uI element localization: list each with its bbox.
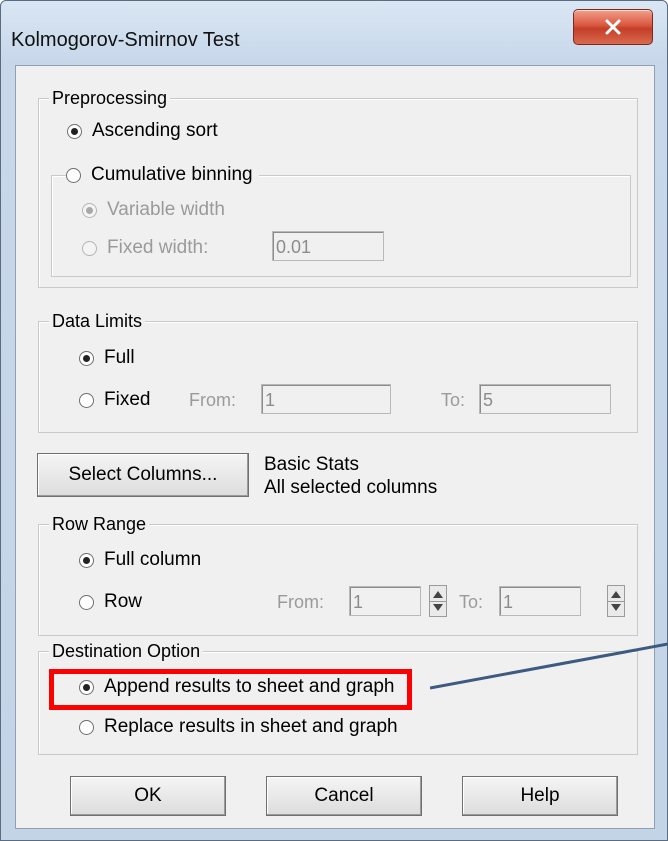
spin-divider [608,601,624,602]
data-limits-fixed-radio[interactable]: Fixed [79,389,150,411]
destination-option-label: Destination Option [49,640,204,662]
preprocessing-group: Preprocessing Ascending sort Cumulative … [38,87,638,288]
cancel-button[interactable]: Cancel [266,776,422,816]
spin-divider [430,601,446,602]
ok-button[interactable]: OK [70,776,226,816]
replace-results-label: Replace results in sheet and graph [104,716,398,737]
title-bar: Kolmogorov-Smirnov Test [1,1,667,65]
data-limits-to-input[interactable]: 5 [479,384,611,414]
help-button[interactable]: Help [462,776,618,816]
select-columns-button[interactable]: Select Columns... [37,453,249,497]
selected-stats-label: Basic Stats [264,454,360,475]
data-limits-from-label: From: [189,390,236,410]
close-button[interactable] [573,9,653,45]
row-range-from-label: From: [277,592,324,612]
fixed-width-input[interactable]: 0.01 [272,231,384,261]
row-range-to-label: To: [459,592,484,612]
row-range-full-column-label: Full column [104,549,202,570]
row-range-full-column-radio[interactable]: Full column [79,549,201,571]
dialog-window: Kolmogorov-Smirnov Test Preprocessing As… [0,0,668,841]
cumulative-binning-label: Cumulative binning [91,164,253,185]
preprocessing-label: Preprocessing [49,87,171,109]
spin-up-icon [611,591,621,598]
cumulative-binning-group: Cumulative binning Variable width Fixed … [51,164,631,277]
radio-indicator [67,123,82,139]
radio-indicator [66,167,81,183]
spin-up-icon [433,591,443,598]
highlight-box [49,669,412,710]
row-range-row-radio[interactable]: Row [79,591,142,613]
data-limits-to-label: To: [441,390,466,410]
data-limits-group: Data Limits Full Fixed From: 1 To: 5 [38,310,638,433]
fixed-width-label: Fixed width: [107,237,209,258]
row-range-to-spinner[interactable] [607,585,625,617]
radio-indicator [79,350,94,366]
radio-indicator [82,202,97,218]
fixed-width-radio[interactable]: Fixed width: [82,237,208,259]
ascending-sort-label: Ascending sort [92,120,218,141]
row-range-label: Row Range [49,513,150,535]
row-range-group: Row Range Full column Row From: 1 To: 1 [38,513,638,636]
data-limits-fixed-label: Fixed [104,389,151,410]
dialog-client-area: Preprocessing Ascending sort Cumulative … [15,65,655,829]
annotation-arrow [430,642,668,690]
close-icon [605,19,621,35]
radio-indicator [79,719,94,735]
variable-width-label: Variable width [107,199,225,220]
radio-indicator [79,392,94,408]
row-range-to-input[interactable]: 1 [499,586,581,616]
radio-indicator [82,240,97,256]
data-limits-label: Data Limits [49,310,146,332]
replace-results-radio[interactable]: Replace results in sheet and graph [79,716,398,738]
radio-indicator [79,552,94,568]
spin-down-icon [433,604,443,611]
data-limits-from-input[interactable]: 1 [261,384,391,414]
data-limits-full-label: Full [104,347,135,368]
cumulative-binning-radio[interactable]: Cumulative binning [66,164,259,186]
ascending-sort-radio[interactable]: Ascending sort [67,120,218,142]
data-limits-full-radio[interactable]: Full [79,347,135,369]
spin-down-icon [611,604,621,611]
window-title: Kolmogorov-Smirnov Test [11,29,240,51]
row-range-from-spinner[interactable] [429,585,447,617]
selected-columns-label: All selected columns [264,477,438,498]
row-range-from-input[interactable]: 1 [349,586,421,616]
radio-indicator [79,594,94,610]
variable-width-radio[interactable]: Variable width [82,199,225,221]
row-range-row-label: Row [104,591,143,612]
